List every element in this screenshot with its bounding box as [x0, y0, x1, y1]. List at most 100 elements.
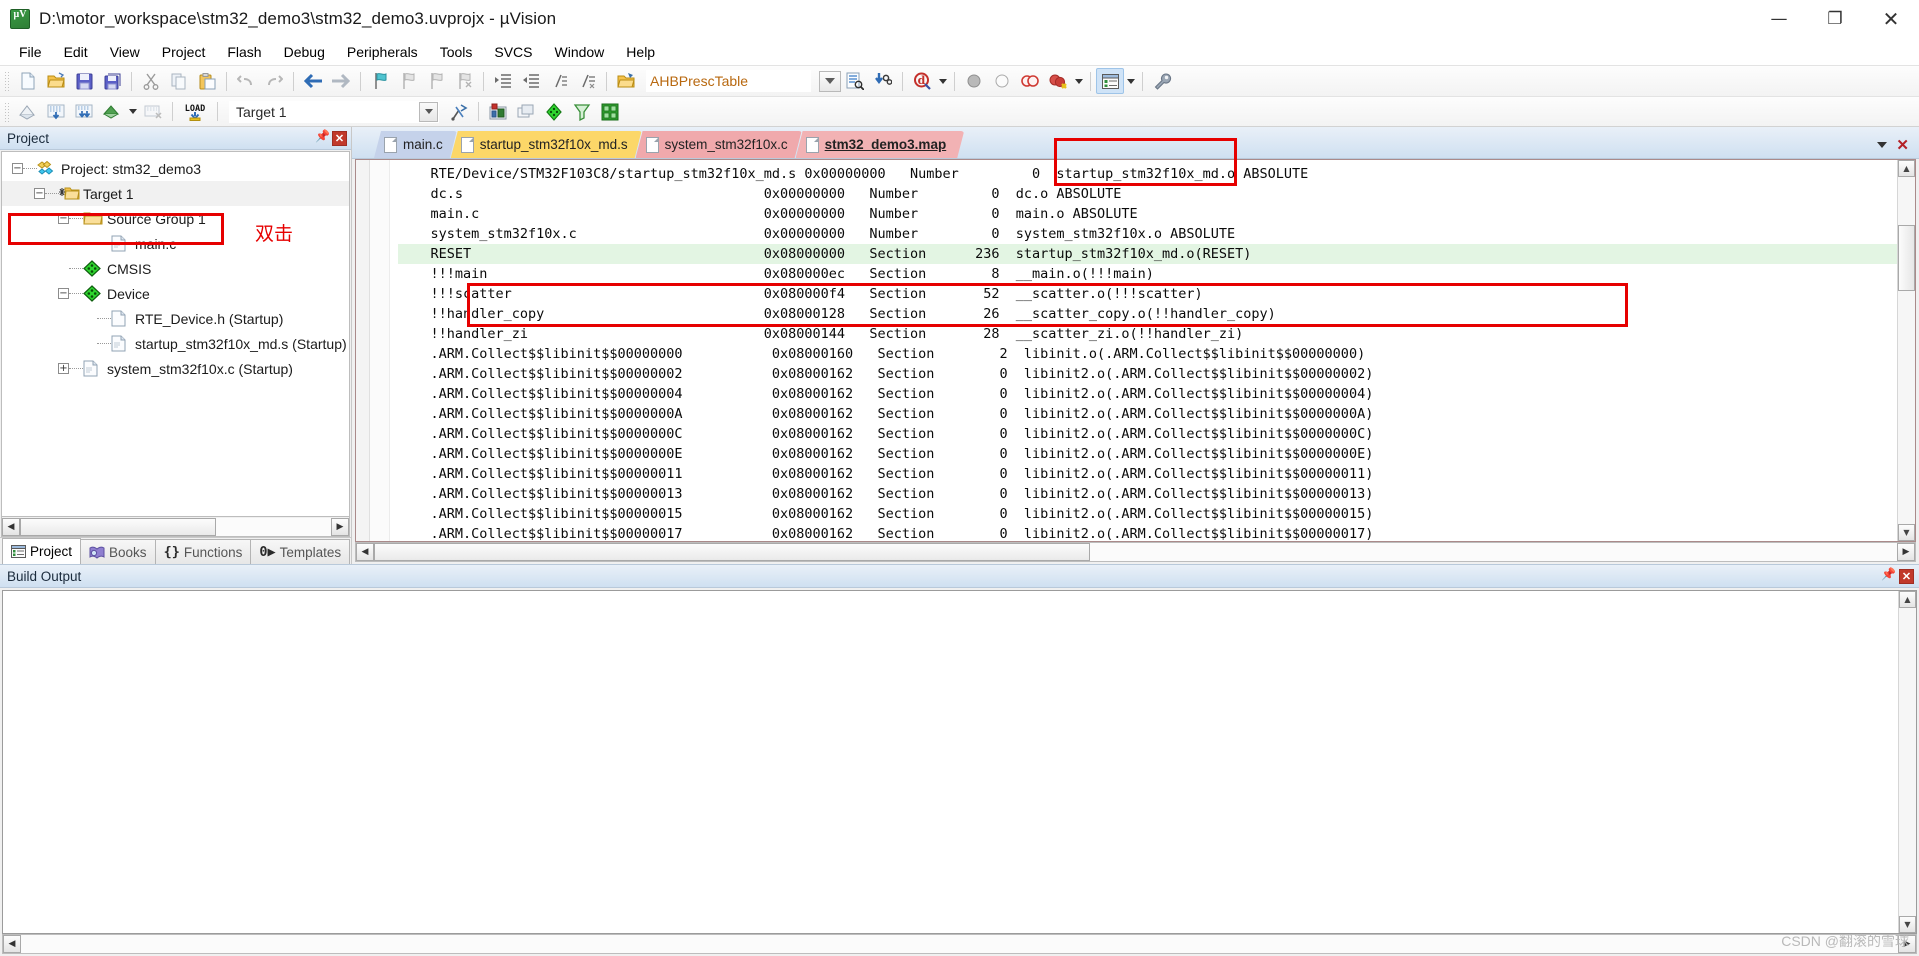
- editor-tab-map[interactable]: stm32_demo3.map: [796, 131, 965, 158]
- open-file-icon[interactable]: [42, 68, 70, 94]
- browse-symbols-icon[interactable]: [869, 68, 897, 94]
- scroll-left-icon[interactable]: ◀: [356, 543, 374, 561]
- code-text-area[interactable]: RTE/Device/STM32F103C8/startup_stm32f10x…: [390, 160, 1897, 541]
- tree-item-project[interactable]: − Project: stm32_demo3: [2, 156, 349, 181]
- build-hscrollbar[interactable]: ◀ ▶: [2, 934, 1917, 954]
- rebuild-all-icon[interactable]: [70, 99, 98, 125]
- new-file-icon[interactable]: [14, 68, 42, 94]
- navigate-back-icon[interactable]: [299, 68, 327, 94]
- pin-icon[interactable]: [315, 129, 330, 146]
- save-icon[interactable]: [70, 68, 98, 94]
- hscroll-track[interactable]: [20, 517, 331, 536]
- scroll-right-icon[interactable]: ▶: [331, 517, 349, 536]
- menu-svcs[interactable]: SVCS: [483, 41, 543, 63]
- code-hscrollbar[interactable]: ◀ ▶: [355, 542, 1916, 562]
- expander-icon[interactable]: +: [58, 363, 69, 374]
- hscroll-thumb[interactable]: [374, 543, 1090, 561]
- close-tab-icon[interactable]: ✕: [1896, 136, 1909, 154]
- manage-project-items-icon[interactable]: [445, 99, 473, 125]
- vscroll-track[interactable]: [1899, 608, 1916, 916]
- menu-debug[interactable]: Debug: [273, 41, 336, 63]
- expander-icon[interactable]: −: [58, 288, 69, 299]
- save-all-icon[interactable]: [98, 68, 126, 94]
- stop-build-icon[interactable]: [139, 99, 167, 125]
- hscroll-thumb[interactable]: [20, 517, 216, 536]
- tab-books[interactable]: Books: [80, 539, 156, 564]
- tree-item-main-c[interactable]: main.c: [2, 231, 349, 256]
- build-target-icon[interactable]: [42, 99, 70, 125]
- comment-icon[interactable]: [545, 68, 573, 94]
- copy-icon[interactable]: [165, 68, 193, 94]
- expander-icon[interactable]: −: [58, 213, 69, 224]
- toolbar-grip-2[interactable]: [4, 101, 11, 122]
- minimize-button[interactable]: —: [1751, 0, 1807, 37]
- menu-project[interactable]: Project: [151, 41, 217, 63]
- tree-item-startup-s[interactable]: startup_stm32f10x_md.s (Startup): [2, 331, 349, 356]
- bookmark-next-icon[interactable]: [422, 68, 450, 94]
- menu-peripherals[interactable]: Peripherals: [336, 41, 429, 63]
- project-window-caret-icon[interactable]: [1124, 79, 1137, 84]
- target-select[interactable]: Target 1: [229, 100, 439, 123]
- scroll-up-icon[interactable]: ▲: [1899, 591, 1916, 608]
- hscroll-track[interactable]: [374, 543, 1897, 561]
- project-tree[interactable]: − Project: stm32_demo3 − Target 1 − Sour…: [1, 151, 350, 517]
- indent-icon[interactable]: [489, 68, 517, 94]
- hscroll-track[interactable]: [21, 935, 1898, 953]
- build-output-body[interactable]: ▲ ▼: [2, 590, 1917, 934]
- debug-query-icon[interactable]: d: [908, 68, 936, 94]
- tab-list-caret-icon[interactable]: [1877, 142, 1888, 148]
- breakpoint-disable-icon[interactable]: [988, 68, 1016, 94]
- tree-item-system-c[interactable]: + system_stm32f10x.c (Startup): [2, 356, 349, 381]
- code-vscrollbar[interactable]: ▲ ▼: [1897, 160, 1915, 541]
- tree-item-device[interactable]: − Device: [2, 281, 349, 306]
- uncomment-icon[interactable]: [573, 68, 601, 94]
- expander-icon[interactable]: −: [12, 163, 23, 174]
- load-download-icon[interactable]: LOAD: [178, 99, 212, 125]
- outdent-icon[interactable]: [517, 68, 545, 94]
- tree-item-cmsis[interactable]: CMSIS: [2, 256, 349, 281]
- redo-icon[interactable]: [260, 68, 288, 94]
- editor-tab-startup-s[interactable]: startup_stm32f10x_md.s: [451, 131, 642, 158]
- symbol-search-combo[interactable]: AHBPrescTable: [646, 70, 811, 92]
- pack-installer-icon[interactable]: [596, 99, 624, 125]
- tab-project[interactable]: Project: [2, 538, 82, 564]
- expander-icon[interactable]: −: [34, 188, 45, 199]
- scroll-right-icon[interactable]: ▶: [1897, 543, 1915, 561]
- code-viewer[interactable]: RTE/Device/STM32F103C8/startup_stm32f10x…: [355, 159, 1916, 542]
- batch-build-icon[interactable]: [98, 99, 126, 125]
- editor-tab-system-c[interactable]: system_stm32f10x.c: [636, 131, 802, 158]
- configuration-wizard-icon[interactable]: [1148, 68, 1176, 94]
- tab-templates[interactable]: 0▶ Templates: [250, 539, 351, 564]
- tree-item-source-group-1[interactable]: − Source Group 1: [2, 206, 349, 231]
- build-vscrollbar[interactable]: ▲ ▼: [1898, 591, 1916, 933]
- menu-file[interactable]: File: [8, 41, 53, 63]
- multi-project-icon[interactable]: [512, 99, 540, 125]
- project-tree-hscrollbar[interactable]: ◀ ▶: [1, 517, 350, 537]
- menu-tools[interactable]: Tools: [429, 41, 484, 63]
- pin-icon[interactable]: [1881, 567, 1896, 584]
- close-button[interactable]: ✕: [1863, 0, 1919, 37]
- symbol-dropdown-arrow-icon[interactable]: [819, 70, 841, 92]
- debug-query-caret-icon[interactable]: [936, 79, 949, 84]
- bookmark-clear-icon[interactable]: [450, 68, 478, 94]
- manage-run-time-env-icon[interactable]: [484, 99, 512, 125]
- menu-edit[interactable]: Edit: [53, 41, 99, 63]
- breakpoint-kill-all-icon[interactable]: [1044, 68, 1072, 94]
- vscroll-thumb[interactable]: [1898, 225, 1915, 291]
- open-symbol-folder-icon[interactable]: [612, 68, 640, 94]
- batch-build-caret-icon[interactable]: [126, 109, 139, 114]
- breakpoint-insert-icon[interactable]: [960, 68, 988, 94]
- menu-window[interactable]: Window: [544, 41, 616, 63]
- tree-item-target-1[interactable]: − Target 1: [2, 181, 349, 206]
- bookmark-prev-icon[interactable]: [394, 68, 422, 94]
- menu-view[interactable]: View: [99, 41, 151, 63]
- paste-icon[interactable]: [193, 68, 221, 94]
- scroll-up-icon[interactable]: ▲: [1898, 160, 1915, 177]
- close-panel-icon[interactable]: ✕: [1899, 568, 1914, 584]
- bookmark-toggle-icon[interactable]: [366, 68, 394, 94]
- scroll-left-icon[interactable]: ◀: [3, 935, 21, 953]
- cut-icon[interactable]: [137, 68, 165, 94]
- close-panel-icon[interactable]: ✕: [332, 130, 347, 146]
- scroll-down-icon[interactable]: ▼: [1898, 524, 1915, 541]
- cmsis-component-icon[interactable]: [540, 99, 568, 125]
